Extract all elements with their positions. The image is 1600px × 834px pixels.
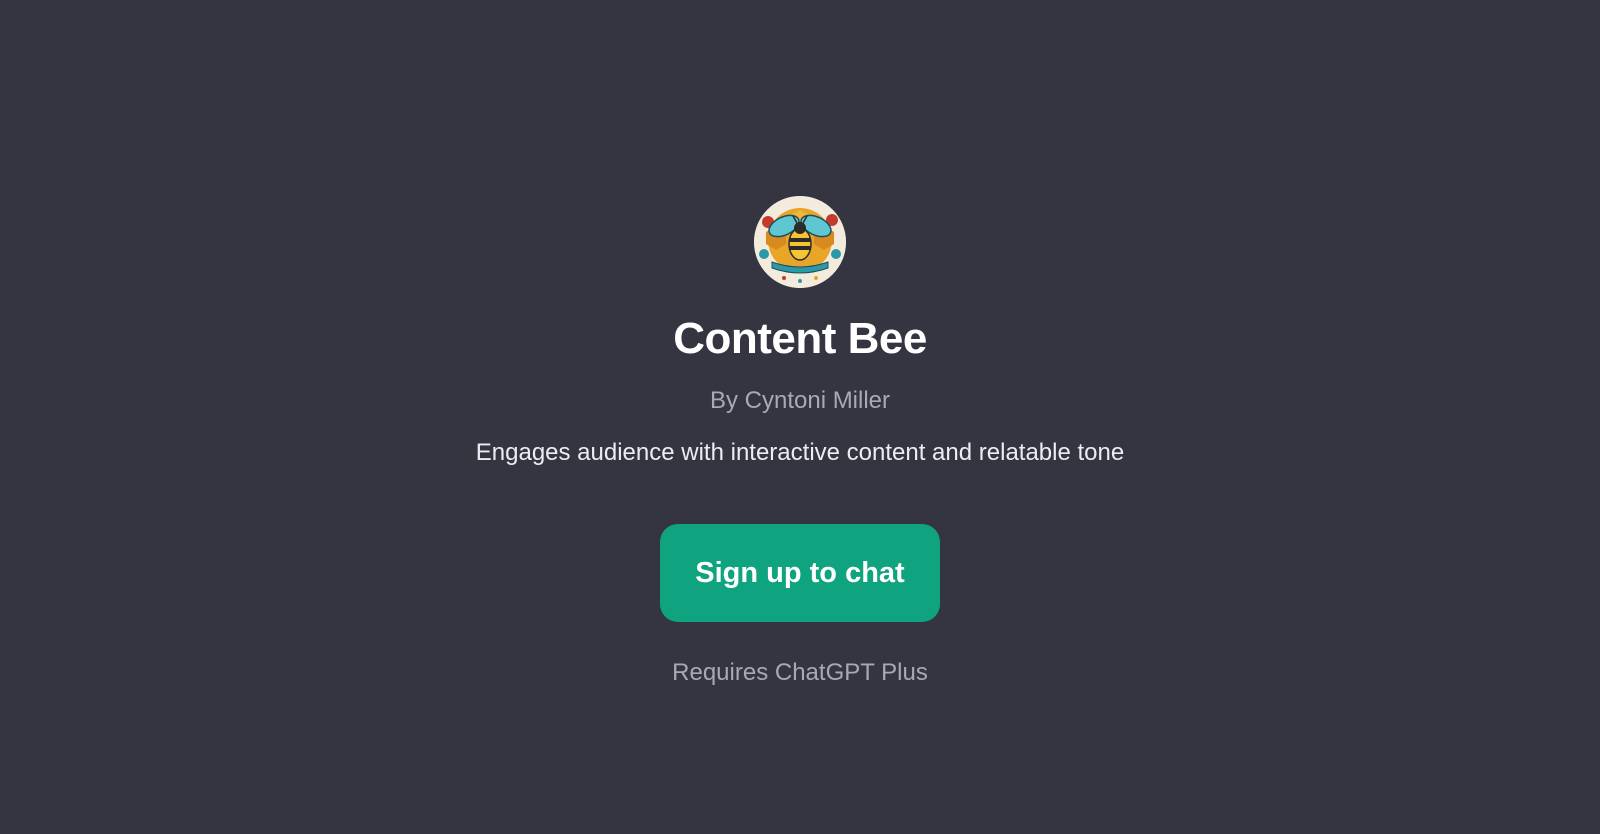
gpt-description: Engages audience with interactive conten… — [475, 439, 1125, 466]
sign-up-to-chat-button[interactable]: Sign up to chat — [660, 524, 940, 622]
gpt-title: Content Bee — [673, 314, 927, 363]
bee-logo-icon — [754, 196, 846, 288]
gpt-author: By Cyntoni Miller — [709, 387, 891, 414]
requires-plus-note: Requires ChatGPT Plus — [672, 659, 928, 686]
gpt-avatar — [754, 196, 846, 288]
gpt-landing-page: Content Bee By Cyntoni Miller Engages au… — [0, 0, 1600, 834]
